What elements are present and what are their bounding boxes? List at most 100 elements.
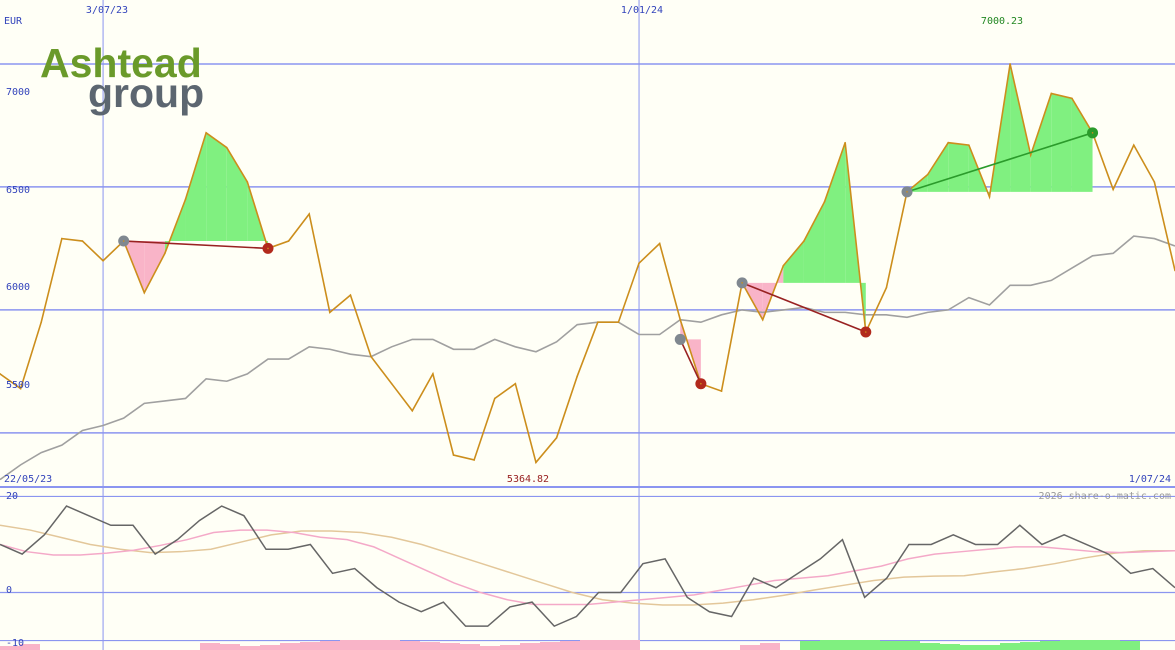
volume-bar (280, 643, 300, 650)
volume-bar (1100, 640, 1120, 650)
volume-bar (1080, 640, 1100, 650)
volume-bar (900, 641, 920, 650)
price-point (473, 459, 475, 461)
volume-bar (960, 645, 980, 650)
y-tick-label: 7000 (6, 87, 30, 98)
price-point (1050, 92, 1053, 95)
y-tick-label: 5500 (6, 380, 30, 391)
price-point (267, 247, 269, 250)
volume-bar (620, 640, 640, 650)
price-point (287, 240, 290, 242)
volume-bar (840, 640, 860, 650)
volume-bar (360, 640, 380, 650)
volume-bar (440, 643, 460, 650)
start-date-label: 22/05/23 (4, 474, 52, 485)
volume-bar (940, 644, 960, 650)
volume-bar (820, 640, 840, 650)
price-point (329, 311, 331, 314)
price-point (102, 259, 104, 262)
price-point (679, 318, 682, 321)
price-point (411, 409, 414, 412)
price-point (308, 213, 311, 215)
price-point (597, 321, 599, 324)
volume-bar (760, 643, 780, 650)
volume-bar (420, 642, 440, 650)
x-tick-label: 1/01/24 (621, 5, 663, 16)
price-point (782, 264, 785, 267)
volume-bar (460, 644, 480, 650)
price-point (40, 321, 43, 324)
price-point (926, 173, 929, 176)
price-point (493, 397, 496, 400)
volume-bar (540, 642, 560, 650)
currency-label: EUR (4, 16, 23, 27)
price-point (164, 252, 166, 255)
price-point (576, 375, 578, 378)
price-point (143, 291, 146, 294)
price-point (823, 200, 826, 203)
volume-bar (380, 640, 400, 650)
x-tick-label: 3/07/23 (86, 5, 128, 16)
price-point (246, 181, 249, 183)
y-tick-label: -10 (6, 638, 24, 649)
price-point (844, 141, 846, 144)
price-point (803, 240, 805, 242)
volume-bar (520, 643, 540, 650)
price-point (1112, 188, 1114, 191)
volume-bar (300, 642, 320, 650)
price-point (864, 331, 867, 333)
volume-bar (880, 641, 900, 650)
price-point (1071, 97, 1073, 100)
min-value-label: 5364.82 (507, 474, 549, 485)
price-point (452, 454, 455, 456)
price-point (81, 240, 84, 242)
volume-bar (400, 641, 420, 650)
logo-word-group: group (88, 70, 204, 116)
watermark: 2026 share-o-matic.com (1039, 491, 1171, 502)
volume-bar (600, 640, 620, 650)
price-point (968, 144, 970, 146)
price-point (988, 195, 991, 198)
volume-bar (320, 641, 340, 650)
price-point (205, 132, 207, 134)
price-point (1029, 154, 1032, 156)
volume-bar (920, 643, 940, 650)
volume-bar (220, 644, 240, 650)
price-point (555, 437, 558, 439)
y-tick-label: 6500 (6, 185, 30, 196)
volume-bar (200, 643, 220, 650)
price-point (720, 390, 723, 392)
volume-bar (1020, 642, 1040, 650)
price-point (658, 242, 661, 245)
volume-bar (980, 645, 1000, 650)
volume-bar (740, 645, 760, 650)
trade-entry-marker (674, 333, 686, 345)
stock-chart: EUR 3/07/23 1/01/24 7000 6500 6000 5500 … (0, 0, 1175, 650)
price-point (514, 382, 517, 385)
volume-bar (1060, 640, 1080, 650)
price-point (535, 461, 537, 464)
price-point (947, 141, 950, 144)
end-date-label: 1/07/24 (1129, 474, 1171, 485)
volume-bar (580, 640, 600, 650)
price-point (1132, 144, 1135, 146)
price-point (700, 382, 702, 385)
price-point (432, 373, 434, 375)
volume-bar (800, 641, 820, 650)
price-point (638, 262, 640, 264)
price-point (390, 382, 393, 385)
volume-bar (340, 640, 360, 650)
price-point (225, 146, 228, 149)
volume-bar (500, 645, 520, 650)
volume-bar (560, 641, 580, 650)
price-point (741, 282, 743, 284)
trade-fill (206, 132, 227, 242)
volume-bar (480, 646, 500, 650)
volume-bar (1000, 643, 1020, 650)
y-tick-label: 20 (6, 491, 18, 502)
price-point (761, 318, 764, 321)
volume-bar (860, 640, 880, 650)
price-point (370, 355, 372, 358)
volume-bar (1040, 641, 1060, 650)
price-point (617, 321, 620, 324)
